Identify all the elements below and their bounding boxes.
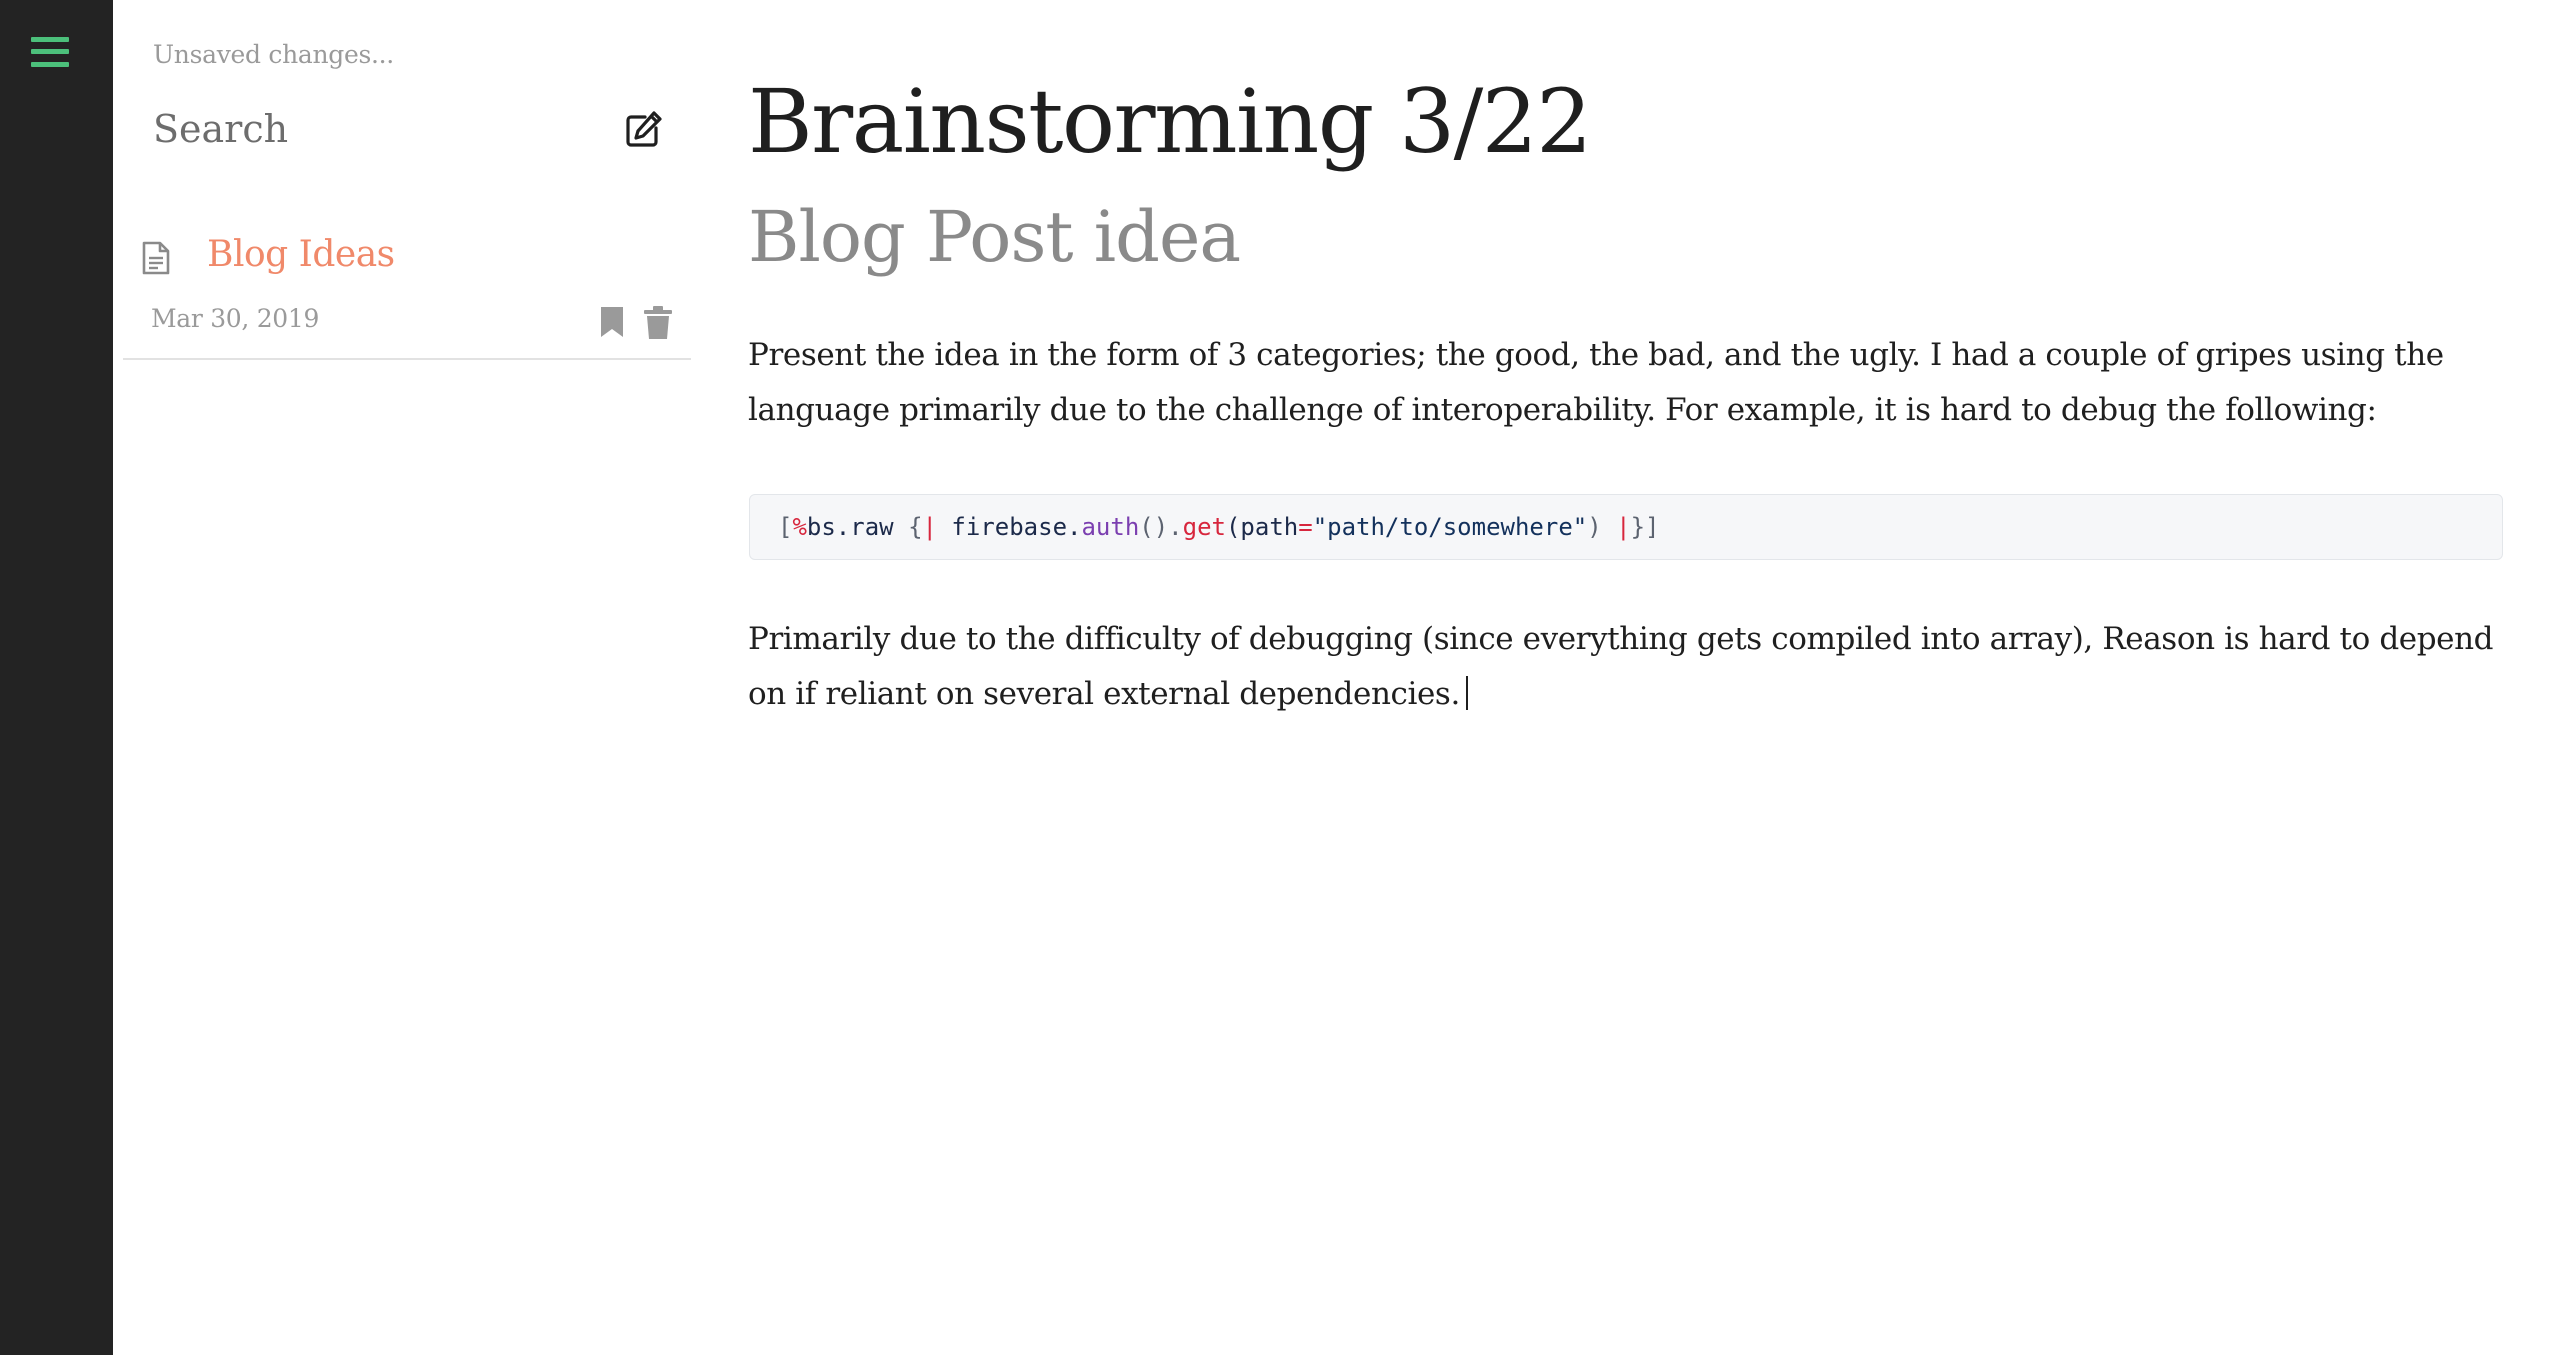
paragraph[interactable]: Present the idea in the form of 3 catego… [748, 328, 2508, 438]
code-token: "path/to/somewhere" [1312, 513, 1588, 541]
document-subtitle[interactable]: Blog Post idea [748, 196, 1241, 278]
code-token: auth [1081, 513, 1140, 541]
hamburger-menu-icon[interactable] [31, 35, 69, 69]
edit-icon [626, 111, 662, 147]
paragraph: Primarily due to the difficulty of debug… [748, 621, 2494, 712]
code-token: % [792, 513, 807, 541]
code-block[interactable]: [%bs.raw {| firebase.auth().get(path="pa… [749, 494, 2503, 560]
new-note-button[interactable] [621, 108, 665, 152]
app-rail [0, 0, 113, 1355]
document-title[interactable]: Brainstorming 3/22 [748, 70, 1592, 173]
code-token: get [1182, 513, 1226, 541]
paragraph-with-caret[interactable]: Primarily due to the difficulty of debug… [748, 612, 2508, 722]
note-date: Mar 30, 2019 [151, 304, 320, 333]
code-token: (). [1139, 513, 1183, 541]
code-token: (path [1225, 513, 1299, 541]
note-title: Blog Ideas [207, 234, 395, 275]
document-icon [142, 241, 170, 275]
code-token: { [908, 513, 923, 541]
note-editor[interactable]: Brainstorming 3/22 Blog Post idea Presen… [748, 0, 2508, 1355]
code-token: = [1298, 513, 1313, 541]
notes-panel: Unsaved changes... Blog Ideas Mar 30, 20… [113, 0, 701, 1355]
code-token: [ [778, 513, 793, 541]
code-token: ) [1587, 513, 1617, 541]
delete-button[interactable] [643, 306, 673, 340]
text-caret [1465, 676, 1468, 710]
code-token: | [1616, 513, 1631, 541]
bookmark-button[interactable] [599, 306, 625, 338]
code-token: | [922, 513, 937, 541]
trash-icon [644, 306, 672, 339]
code-token: firebase. [936, 513, 1082, 541]
save-status: Unsaved changes... [153, 40, 394, 69]
note-list-item[interactable]: Blog Ideas Mar 30, 2019 [123, 216, 691, 360]
code-token: }] [1630, 513, 1660, 541]
code-token: bs.raw [806, 513, 909, 541]
search-input[interactable] [153, 98, 553, 160]
bookmark-icon [601, 307, 623, 337]
